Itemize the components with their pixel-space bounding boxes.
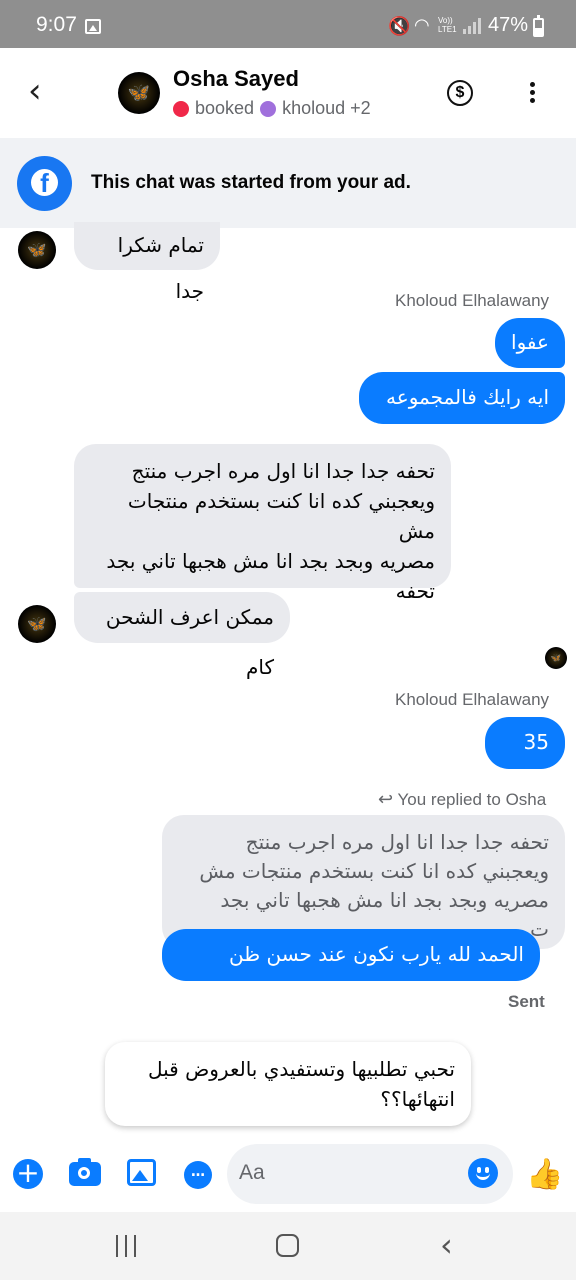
incoming-message[interactable]: تمام شكرا جدا xyxy=(74,222,220,303)
ad-banner-text: This chat was started from your ad. xyxy=(91,172,411,193)
contact-avatar[interactable] xyxy=(118,72,160,114)
incoming-message[interactable]: تحفه جدا جدا انا اول مره اجرب منتج ويعجب… xyxy=(74,444,451,603)
like-icon[interactable]: 👍 xyxy=(526,1157,563,1192)
recents-icon[interactable] xyxy=(116,1235,138,1257)
more-icon[interactable] xyxy=(530,82,536,108)
wifi-icon: ◠ xyxy=(414,15,430,36)
gallery-notification-icon xyxy=(85,19,101,34)
outgoing-message[interactable]: 35 للبيت xyxy=(485,717,565,804)
nav-back-icon[interactable]: ‹ xyxy=(440,1226,453,1264)
message-placeholder: Aa xyxy=(239,1161,265,1184)
plus-icon[interactable]: + xyxy=(13,1159,43,1189)
label-dot-red xyxy=(173,100,189,117)
camera-icon[interactable] xyxy=(69,1158,101,1186)
sender-name: Kholoud Elhalawany xyxy=(395,291,550,310)
label-kholoud: kholoud +2 xyxy=(282,98,371,118)
battery-percent: 47% xyxy=(488,14,529,36)
suggested-reply[interactable]: تحبي تطلبيها وتستفيدي بالعروض قبل انتهائ… xyxy=(105,1042,471,1126)
ad-banner: f This chat was started from your ad. xyxy=(0,138,576,228)
signal-icon xyxy=(463,18,481,34)
back-icon[interactable]: ‹ xyxy=(28,74,42,108)
chat-icon[interactable]: … xyxy=(184,1161,212,1189)
emoji-icon[interactable] xyxy=(468,1158,498,1188)
facebook-icon: f xyxy=(17,156,72,211)
sender-name: Kholoud Elhalawany xyxy=(395,690,550,709)
label-booked: booked xyxy=(195,98,255,118)
reply-arrow-icon: ↩ xyxy=(378,789,394,809)
network-label: Vo)) LTE1 xyxy=(438,16,457,34)
contact-name[interactable]: Osha Sayed xyxy=(173,66,299,92)
outgoing-message[interactable]: عفوا xyxy=(495,318,565,368)
message-composer: + … Aa 👍 xyxy=(0,1140,576,1212)
sender-avatar[interactable] xyxy=(18,231,56,269)
sender-avatar[interactable] xyxy=(18,605,56,643)
incoming-message[interactable]: ممكن اعرف الشحن كام xyxy=(74,592,290,679)
label-dot-purple xyxy=(260,100,277,117)
message-input[interactable]: Aa xyxy=(227,1144,513,1204)
system-nav-bar: ‹ xyxy=(0,1212,576,1280)
mute-icon: 🔇 xyxy=(388,16,411,37)
sent-status: Sent xyxy=(508,992,545,1011)
read-receipt-avatar xyxy=(545,647,567,669)
contact-labels[interactable]: booked kholoud +2 xyxy=(173,98,371,119)
reply-indicator: ↩ You replied to Osha xyxy=(378,789,547,809)
status-bar: 9:07 🔇 ◠ Vo)) LTE1 47% xyxy=(0,0,576,48)
photo-icon[interactable] xyxy=(127,1159,156,1186)
outgoing-message[interactable]: ايه رايك فالمجموعه ؟ xyxy=(359,372,565,459)
outgoing-message[interactable]: الحمد لله يارب نكون عند حسن ظن حضرتك xyxy=(162,929,540,1016)
home-icon[interactable] xyxy=(276,1234,299,1257)
dollar-icon[interactable]: $ xyxy=(447,80,473,106)
status-time: 9:07 xyxy=(36,13,77,36)
battery-icon xyxy=(533,15,544,37)
chat-header: ‹ Osha Sayed booked kholoud +2 $ xyxy=(0,48,576,138)
